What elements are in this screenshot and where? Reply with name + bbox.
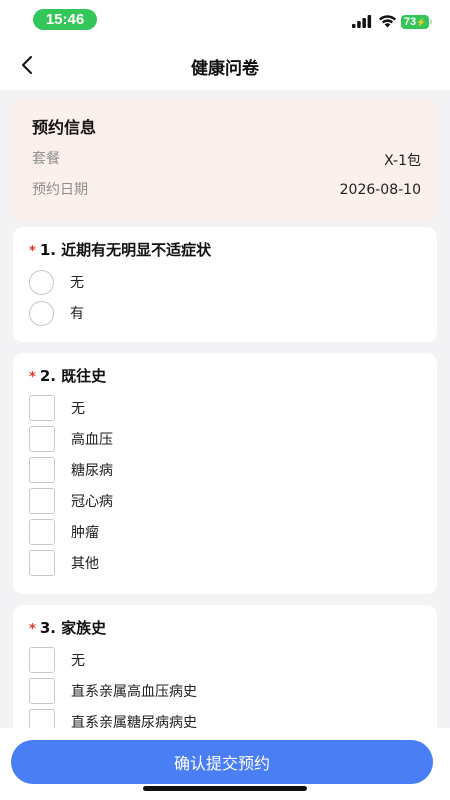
option-label: 糖尿病: [71, 463, 113, 479]
checkbox[interactable]: [29, 395, 55, 421]
question-text-2: 2. 既往史: [39, 367, 107, 385]
option-label: 有: [70, 306, 84, 322]
page-title: 健康问卷: [191, 59, 259, 79]
question-card-2: * 2. 既往史 无 高血压 糖尿病 冠心病 肿瘤 其他: [13, 353, 437, 594]
required-mark: *: [29, 370, 36, 385]
checkbox-option-other[interactable]: 其他: [29, 549, 99, 577]
questionnaire-content[interactable]: 预约信息 套餐 X-1包 预约日期 2026-08-10 * 1. 近期有无明显不…: [0, 90, 450, 800]
question-card-1: * 1. 近期有无明显不适症状 无 有: [13, 227, 437, 342]
status-bar: 15:46 73 ⚡: [0, 0, 450, 40]
checkbox[interactable]: [29, 550, 55, 576]
radio-button[interactable]: [29, 269, 54, 295]
option-label: 无: [71, 653, 85, 669]
option-label: 无: [71, 401, 85, 417]
required-mark: *: [29, 244, 36, 259]
appointment-date-value: 2026-08-10: [339, 182, 421, 198]
checkbox-option-family-hypertension[interactable]: 直系亲属高血压病史: [29, 677, 197, 705]
nav-bar: 健康问卷: [0, 40, 450, 90]
option-label: 冠心病: [71, 494, 113, 510]
required-mark: *: [29, 622, 36, 637]
battery-level: 73: [403, 16, 417, 28]
checkbox-option-none[interactable]: 无: [29, 394, 85, 422]
question-title-3: * 3. 家族史: [29, 617, 106, 638]
appointment-date-label: 预约日期: [32, 182, 88, 198]
booking-info-card: 预约信息 套餐 X-1包 预约日期 2026-08-10: [13, 98, 437, 222]
checkbox-option-hypertension[interactable]: 高血压: [29, 425, 113, 453]
battery-icon: 73 ⚡: [401, 15, 429, 29]
signal-icon: [352, 15, 372, 28]
question-text-3: 3. 家族史: [39, 619, 107, 637]
checkbox-option-coronary[interactable]: 冠心病: [29, 487, 113, 515]
checkbox[interactable]: [29, 519, 55, 545]
question-title-1: * 1. 近期有无明显不适症状: [29, 239, 211, 260]
checkbox-option-diabetes[interactable]: 糖尿病: [29, 456, 113, 484]
package-label: 套餐: [32, 151, 60, 167]
radio-button[interactable]: [29, 300, 54, 326]
option-label: 高血压: [71, 432, 113, 448]
booking-info-title: 预约信息: [32, 118, 97, 137]
checkbox[interactable]: [29, 457, 55, 483]
option-label: 直系亲属高血压病史: [71, 684, 197, 700]
package-value: X-1包: [384, 153, 421, 169]
radio-option-yes[interactable]: 有: [29, 299, 84, 327]
option-label: 肿瘤: [71, 525, 99, 541]
checkbox-option-tumor[interactable]: 肿瘤: [29, 518, 99, 546]
status-time: 15:46: [33, 9, 97, 30]
checkbox[interactable]: [29, 426, 55, 452]
radio-option-none[interactable]: 无: [29, 268, 84, 296]
question-title-2: * 2. 既往史: [29, 365, 106, 386]
confirm-submit-button[interactable]: 确认提交预约: [11, 740, 433, 784]
checkbox-option-none[interactable]: 无: [29, 646, 85, 674]
option-label: 其他: [71, 556, 99, 572]
home-indicator[interactable]: [143, 786, 307, 791]
option-label: 无: [70, 275, 84, 291]
wifi-icon: [379, 15, 396, 28]
battery-tip: [430, 19, 432, 25]
checkbox[interactable]: [29, 678, 55, 704]
question-text-1: 1. 近期有无明显不适症状: [39, 241, 212, 259]
checkbox[interactable]: [29, 647, 55, 673]
checkbox[interactable]: [29, 488, 55, 514]
